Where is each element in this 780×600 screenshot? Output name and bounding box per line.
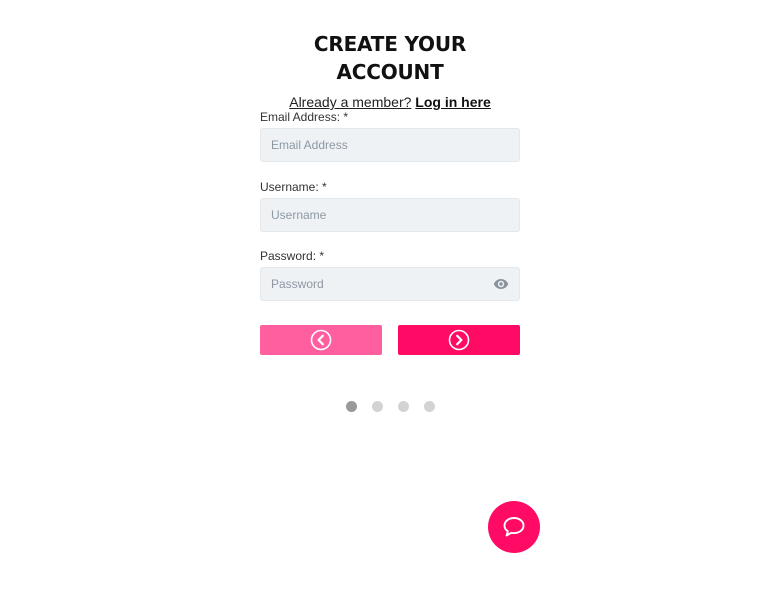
chat-button[interactable] — [488, 501, 540, 553]
email-input-box — [260, 128, 520, 162]
login-prompt: Already a member? — [289, 94, 412, 110]
username-input[interactable] — [261, 199, 519, 231]
eye-icon[interactable] — [493, 278, 509, 290]
username-field-group: Username: * — [260, 179, 520, 232]
step-dot-4[interactable] — [423, 401, 435, 412]
step-dot-3[interactable] — [397, 401, 409, 412]
email-label: Email Address: * — [260, 110, 349, 124]
login-link[interactable]: Log in here — [415, 94, 490, 110]
back-button[interactable] — [260, 325, 382, 355]
signup-page: CREATE YOUR ACCOUNT Already a member? Lo… — [0, 0, 780, 600]
signup-form: CREATE YOUR ACCOUNT Already a member? Lo… — [260, 30, 520, 412]
email-field-group: Email Address: * — [260, 109, 520, 162]
username-label: Username: * — [260, 180, 327, 194]
next-button[interactable] — [398, 325, 520, 355]
step-indicator — [260, 401, 520, 413]
step-nav — [260, 325, 520, 355]
password-field-group: Password: * — [260, 248, 520, 301]
step-dot-1[interactable] — [345, 401, 357, 412]
chat-bubble-icon — [503, 517, 525, 537]
email-input[interactable] — [261, 129, 519, 161]
password-input[interactable] — [261, 268, 519, 300]
page-title: CREATE YOUR ACCOUNT — [313, 32, 467, 84]
username-input-box — [260, 198, 520, 232]
chevron-left-circle-icon — [310, 329, 332, 351]
password-label: Password: * — [260, 249, 325, 263]
chevron-right-circle-icon — [448, 329, 470, 351]
step-dot-2[interactable] — [371, 401, 383, 412]
password-input-box — [260, 267, 520, 301]
